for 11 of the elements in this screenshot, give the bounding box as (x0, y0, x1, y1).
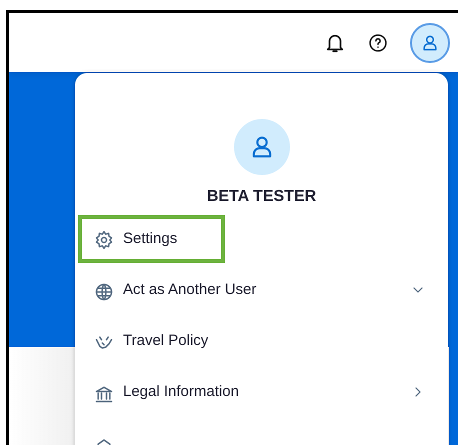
help-icon (368, 32, 388, 52)
menu-item[interactable]: Settings (78, 215, 225, 263)
help-button[interactable] (368, 32, 388, 52)
menu-item[interactable]: Legal Information (78, 367, 448, 418)
user-avatar-button[interactable] (410, 22, 450, 62)
globe-icon (94, 282, 114, 302)
menu-item[interactable]: Travel Policy (78, 316, 448, 367)
gear-icon (94, 230, 114, 250)
menu-item[interactable]: Act as Another User (78, 265, 448, 316)
user-name: BETA TESTER (206, 187, 318, 207)
bank-icon (94, 384, 114, 404)
